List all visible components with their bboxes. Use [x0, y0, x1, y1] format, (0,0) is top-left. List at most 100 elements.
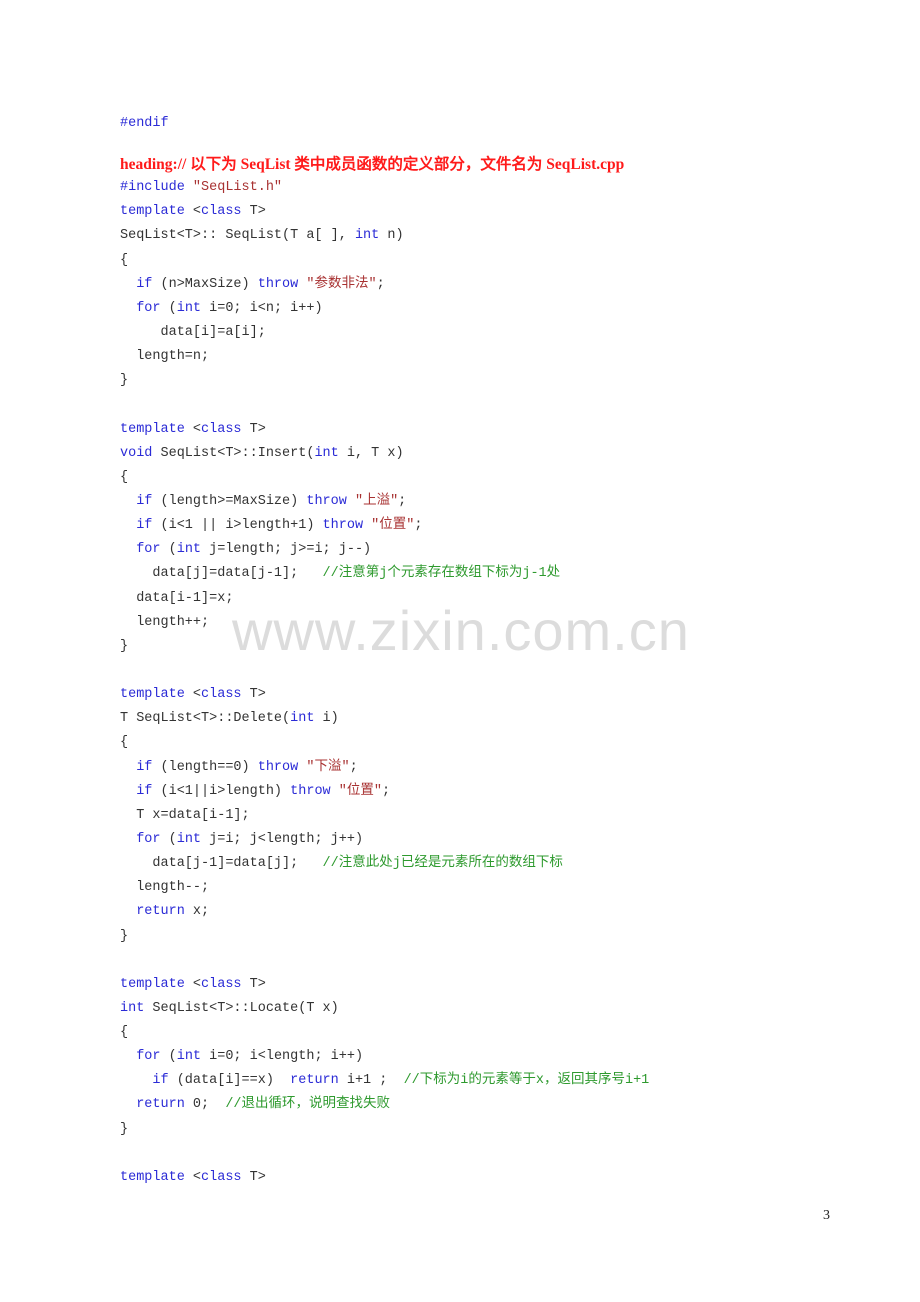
code-keyword: for: [136, 1049, 161, 1065]
code-line: if (n>MaxSize) throw "参数非法";: [120, 273, 649, 297]
code-line: if (data[i]==x) return i+1 ; //下标为i的元素等于…: [120, 1069, 649, 1093]
code-keyword: class: [201, 421, 242, 437]
code-text: x;: [184, 904, 210, 920]
code-keyword: if: [136, 518, 153, 534]
code-line: #include "SeqList.h": [120, 176, 649, 200]
code-keyword: int: [354, 228, 380, 244]
code-line: template <class T>: [120, 683, 649, 707]
code-keyword: if: [136, 759, 153, 775]
code-line: }: [120, 1118, 649, 1142]
code-keyword: class: [201, 687, 242, 703]
code-keyword: template: [120, 687, 193, 703]
code-keyword: int: [176, 1049, 202, 1065]
code-keyword: return: [290, 1073, 339, 1089]
code-line: for (int j=i; j<length; j++): [120, 828, 649, 852]
code-line: #endif: [120, 112, 649, 136]
code-text: (data[i]==x): [168, 1073, 291, 1089]
code-keyword: void: [120, 445, 153, 461]
code-keyword: throw: [290, 783, 331, 799]
code-keyword: class: [201, 204, 242, 220]
code-text: <: [192, 421, 202, 437]
code-keyword: throw: [322, 518, 364, 534]
code-text: (: [160, 831, 177, 847]
code-text: ;: [398, 493, 407, 509]
code-line: for (int j=length; j>=i; j--): [120, 538, 649, 562]
code-text: ;: [381, 783, 391, 799]
code-text: T>: [241, 421, 266, 437]
code-text: {: [120, 469, 129, 485]
code-keyword: template: [120, 976, 193, 992]
page-number: 3: [823, 1208, 830, 1223]
code-text: T>: [241, 687, 266, 703]
code-text: n): [379, 228, 404, 244]
code-keyword: int: [120, 1000, 145, 1016]
code-text: T>: [241, 976, 266, 992]
code-text: SeqList<T>:: SeqList(T a[ ],: [120, 228, 355, 244]
code-keyword: #include: [120, 180, 193, 196]
code-text: (i<1||i>length): [152, 783, 291, 799]
code-text: data[j]=data[j-1];: [120, 566, 323, 582]
code-line: for (int i=0; i<n; i++): [120, 297, 649, 321]
code-line: return x;: [120, 900, 649, 924]
code-line: if (length==0) throw "下溢";: [120, 756, 649, 780]
code-keyword: template: [120, 421, 193, 437]
code-text: i): [314, 711, 339, 727]
code-text: i, T x): [338, 445, 404, 461]
code-text: }: [120, 928, 129, 944]
code-text: T>: [241, 1169, 266, 1185]
code-keyword: return: [136, 1097, 185, 1113]
code-text: data[i]=a[i];: [120, 324, 266, 340]
code-comment: //退出循环，说明查找失败: [225, 1097, 391, 1113]
code-line: if (length>=MaxSize) throw "上溢";: [120, 490, 649, 514]
code-text: T SeqList<T>::Delete(: [120, 711, 291, 727]
code-line: {: [120, 249, 649, 273]
code-text: <: [192, 204, 202, 220]
code-text: length=n;: [120, 349, 210, 365]
code-keyword: int: [314, 445, 339, 461]
section-heading-comment: heading:// 以下为 SeqList 类中成员函数的定义部分，文件名为 …: [120, 156, 625, 174]
code-line: data[j]=data[j-1]; //注意第j个元素存在数组下标为j-1处: [120, 562, 649, 586]
code-text: (n>MaxSize): [152, 276, 258, 292]
code-keyword: return: [136, 904, 185, 920]
code-comment: //下标为i的元素等于x，返回其序号i+1: [403, 1073, 650, 1089]
code-keyword: int: [176, 542, 202, 558]
code-keyword: int: [176, 300, 202, 316]
code-line: for (int i=0; i<length; i++): [120, 1045, 649, 1069]
code-keyword: #endif: [120, 116, 169, 131]
code-line: {: [120, 466, 649, 490]
code-keyword: if: [136, 493, 153, 509]
code-line: {: [120, 1021, 649, 1045]
code-text: i=0; i<n; i++): [201, 300, 323, 316]
code-line: }: [120, 635, 649, 659]
code-keyword: int: [176, 831, 202, 847]
code-line: template <class T>: [120, 1166, 649, 1190]
code-listing: #endif heading:// 以下为 SeqList 类中成员函数的定义部分…: [120, 112, 649, 1190]
code-string: "上溢": [354, 493, 399, 509]
code-line: }: [120, 369, 649, 393]
code-string: "下溢": [306, 759, 350, 775]
code-text: ;: [376, 276, 385, 292]
code-line: length=n;: [120, 345, 649, 369]
code-line: T SeqList<T>::Delete(int i): [120, 707, 649, 731]
code-keyword: if: [136, 783, 153, 799]
code-text: T>: [241, 204, 266, 220]
code-text: length--;: [120, 880, 210, 896]
code-text: }: [120, 373, 129, 389]
code-keyword: int: [290, 711, 315, 727]
code-text: {: [120, 735, 129, 751]
code-text: }: [120, 1121, 129, 1137]
code-line: data[i-1]=x;: [120, 587, 649, 611]
